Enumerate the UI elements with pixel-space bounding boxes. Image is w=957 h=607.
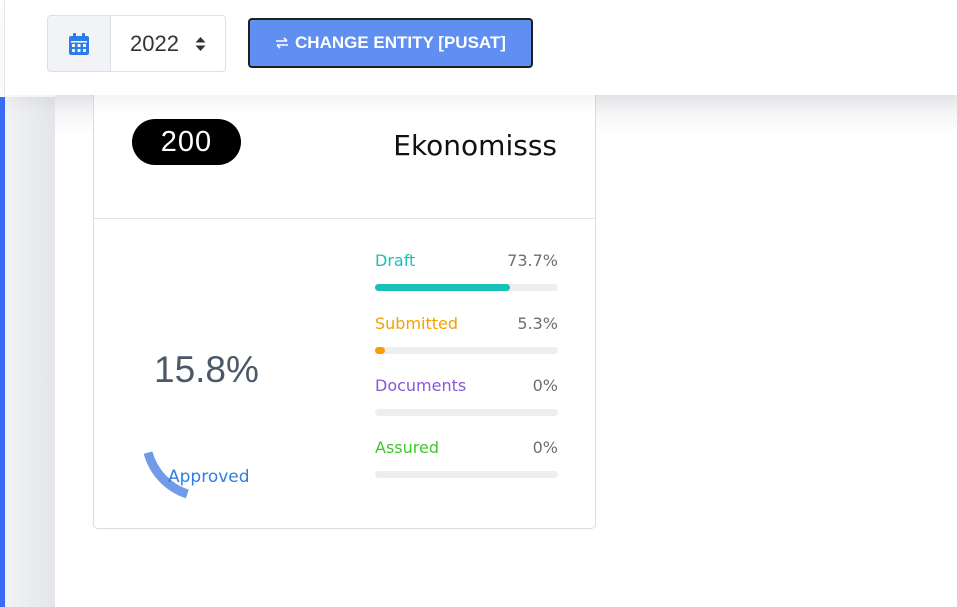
entity-summary-card: 200 Ekonomisss 15.8% Approved Draft 73.7… <box>93 80 596 529</box>
year-value: 2022 <box>130 30 179 56</box>
approved-percentage: 15.8% <box>154 349 259 390</box>
calendar-button[interactable] <box>48 16 111 71</box>
change-entity-button[interactable]: CHANGE ENTITY [PUSAT] <box>248 18 533 68</box>
top-toolbar: 2022 CHANGE ENTITY [PUSAT] <box>4 0 957 95</box>
status-percentage: 5.3% <box>517 314 558 333</box>
status-row-draft: Draft 73.7% <box>375 251 558 291</box>
status-percentage: 73.7% <box>507 251 558 270</box>
status-row-submitted: Submitted 5.3% <box>375 314 558 354</box>
year-selector-group: 2022 <box>47 15 226 72</box>
sort-arrows-icon <box>195 36 206 51</box>
status-label: Assured <box>375 438 439 457</box>
progress-track <box>375 409 558 416</box>
entity-title: Ekonomisss <box>393 129 557 162</box>
status-label: Documents <box>375 376 467 395</box>
swap-icon <box>276 37 289 49</box>
approved-label: Approved <box>168 467 250 487</box>
progress-fill <box>375 284 510 291</box>
progress-fill <box>375 347 386 354</box>
status-row-assured: Assured 0% <box>375 438 558 478</box>
progress-track <box>375 284 558 291</box>
calendar-icon <box>69 32 89 55</box>
status-label: Submitted <box>375 314 459 333</box>
change-entity-label: CHANGE ENTITY [PUSAT] <box>295 33 506 52</box>
card-divider <box>94 218 595 219</box>
progress-track <box>375 347 558 354</box>
status-percentage: 0% <box>532 438 558 457</box>
status-percentage: 0% <box>532 376 558 395</box>
status-label: Draft <box>375 251 416 270</box>
year-select[interactable]: 2022 <box>111 16 225 71</box>
status-row-documents: Documents 0% <box>375 376 558 416</box>
progress-track <box>375 471 558 478</box>
count-badge: 200 <box>132 119 241 165</box>
sidebar-edge <box>5 97 55 607</box>
